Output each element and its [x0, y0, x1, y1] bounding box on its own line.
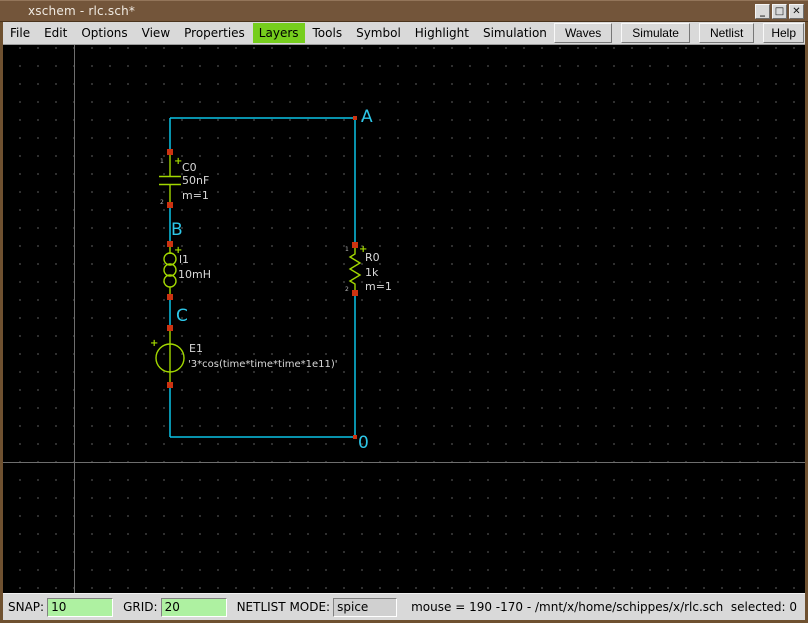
r0-mult[interactable]: m=1 [365, 280, 392, 293]
window-frame: File Edit Options View Properties Layers… [0, 22, 808, 623]
component-capacitor-c0[interactable]: 1 2 + C0 50nF m=1 [159, 149, 209, 208]
grid-label: GRID: [123, 600, 157, 614]
menu-symbol[interactable]: Symbol [350, 23, 407, 43]
r0-pin2-number: 2 [345, 286, 349, 293]
window-title: xschem - rlc.sch* [28, 4, 135, 18]
snap-label: SNAP: [8, 600, 44, 614]
menu-options[interactable]: Options [75, 23, 133, 43]
minimize-button[interactable]: _ [755, 4, 770, 19]
menu-file[interactable]: File [4, 23, 36, 43]
l1-value[interactable]: 10mH [178, 268, 211, 281]
e1-refdes[interactable]: E1 [189, 342, 203, 355]
l1-refdes[interactable]: l1 [179, 253, 189, 266]
grid-input[interactable]: 20 [161, 598, 227, 617]
r0-pin1-number: 1 [345, 246, 349, 253]
menu-tools[interactable]: Tools [307, 23, 349, 43]
pin-l1-1 [167, 241, 173, 247]
pin-l1-2 [167, 294, 173, 300]
menu-highlight[interactable]: Highlight [409, 23, 475, 43]
schematic-drawing: 1 2 + C0 50nF m=1 [3, 45, 805, 593]
pin-r0-2 [352, 290, 358, 296]
netlist-button[interactable]: Netlist [699, 23, 754, 43]
pin-r0-1 [352, 242, 358, 248]
menu-view[interactable]: View [136, 23, 176, 43]
e1-polarity-icon: + [150, 338, 158, 349]
menu-bar: File Edit Options View Properties Layers… [3, 22, 805, 45]
c0-mult[interactable]: m=1 [182, 189, 209, 202]
c0-pin2-number: 2 [160, 199, 164, 206]
menu-layers[interactable]: Layers [253, 23, 305, 43]
r0-value[interactable]: 1k [365, 266, 379, 279]
help-button[interactable]: Help [763, 23, 804, 43]
mouse-status-text: mouse = 190 -170 - /mnt/x/home/schippes/… [411, 600, 797, 614]
schematic-canvas[interactable]: 1 2 + C0 50nF m=1 [3, 45, 805, 593]
status-bar: SNAP: 10 GRID: 20 NETLIST MODE: spice mo… [3, 593, 805, 620]
title-bar[interactable]: xschem - rlc.sch* _ □ ✕ [0, 0, 808, 22]
maximize-button[interactable]: □ [772, 4, 787, 19]
c0-refdes[interactable]: C0 [182, 161, 197, 174]
simulate-button[interactable]: Simulate [621, 23, 690, 43]
component-inductor-l1[interactable]: + l1 10mH [164, 241, 211, 300]
pin-e1-1 [167, 325, 173, 331]
menu-edit[interactable]: Edit [38, 23, 73, 43]
menu-properties[interactable]: Properties [178, 23, 251, 43]
close-button[interactable]: ✕ [789, 4, 804, 19]
pin-c0-2 [167, 202, 173, 208]
waves-button[interactable]: Waves [554, 23, 612, 43]
component-resistor-r0[interactable]: 1 2 + R0 1k m=1 [345, 242, 392, 296]
netlist-mode-input[interactable]: spice [333, 598, 397, 617]
e1-value[interactable]: '3*cos(time*time*time*1e11)' [188, 359, 338, 370]
xschem-window: xschem - rlc.sch* _ □ ✕ File Edit Option… [0, 0, 808, 623]
pin-e1-2 [167, 382, 173, 388]
component-source-e1[interactable]: + E1 '3*cos(time*time*time*1e11)' [150, 325, 338, 388]
snap-input[interactable]: 10 [47, 598, 113, 617]
node-label-b[interactable]: B [171, 220, 183, 240]
c0-value[interactable]: 50nF [182, 174, 209, 187]
netlist-mode-label: NETLIST MODE: [237, 600, 331, 614]
pin-c0-1 [167, 149, 173, 155]
origin-axes [3, 45, 805, 593]
menu-simulation[interactable]: Simulation [477, 23, 553, 43]
c0-pin1-number: 1 [160, 158, 164, 165]
node-label-0[interactable]: 0 [358, 433, 369, 453]
r0-refdes[interactable]: R0 [365, 251, 380, 264]
window-controls: _ □ ✕ [755, 4, 804, 19]
node-label-a[interactable]: A [361, 107, 373, 127]
node-label-c[interactable]: C [176, 306, 188, 326]
